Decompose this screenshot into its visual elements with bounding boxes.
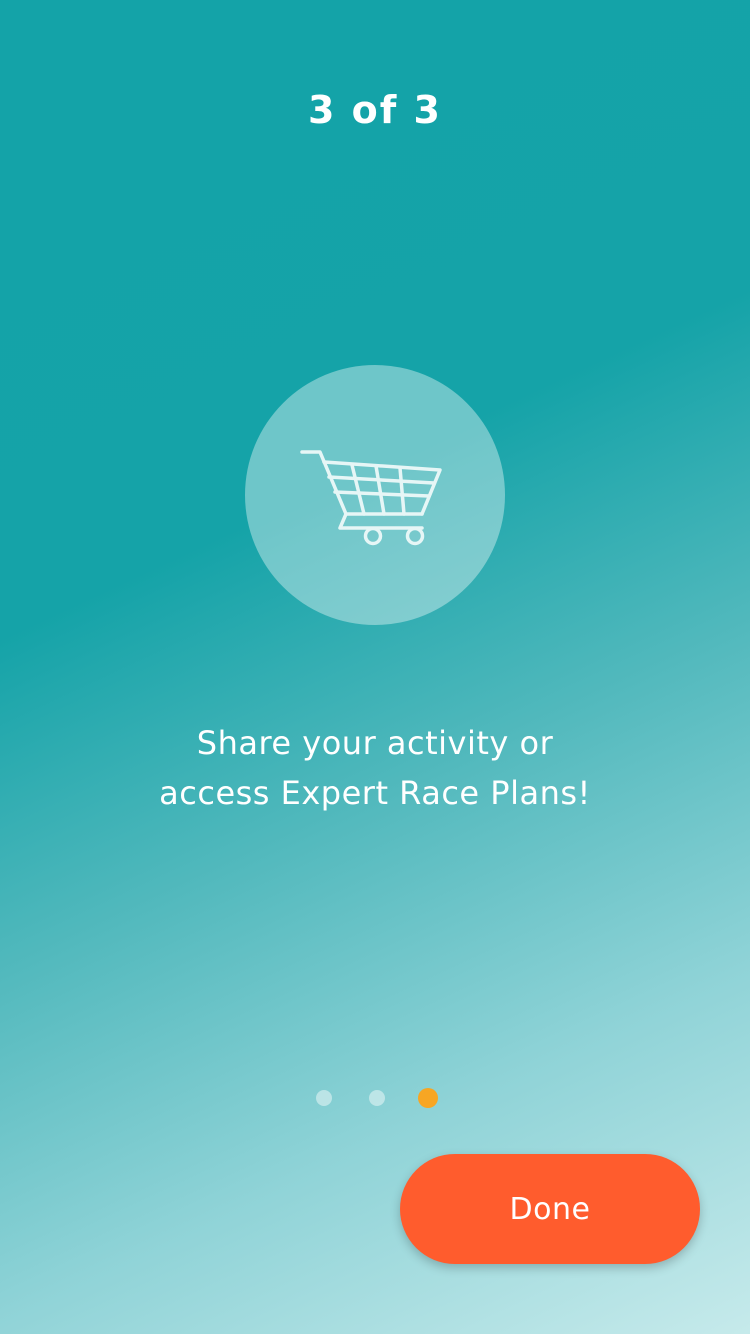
page-dot-1[interactable] (316, 1090, 332, 1106)
step-indicator: 3 of 3 (308, 88, 442, 132)
shopping-cart-icon (300, 450, 442, 546)
onboarding-screen: 3 of 3 Share your activity or access Exp… (0, 0, 750, 1334)
page-dot-3-active[interactable] (418, 1088, 438, 1108)
done-button[interactable]: Done (400, 1154, 700, 1264)
onboarding-message: Share your activity or access Expert Rac… (0, 718, 750, 818)
page-dot-2[interactable] (369, 1090, 385, 1106)
illustration-circle (245, 365, 505, 625)
message-line-1: Share your activity or (196, 724, 554, 762)
message-line-2: access Expert Race Plans! (159, 774, 591, 812)
page-indicator (0, 1088, 750, 1108)
